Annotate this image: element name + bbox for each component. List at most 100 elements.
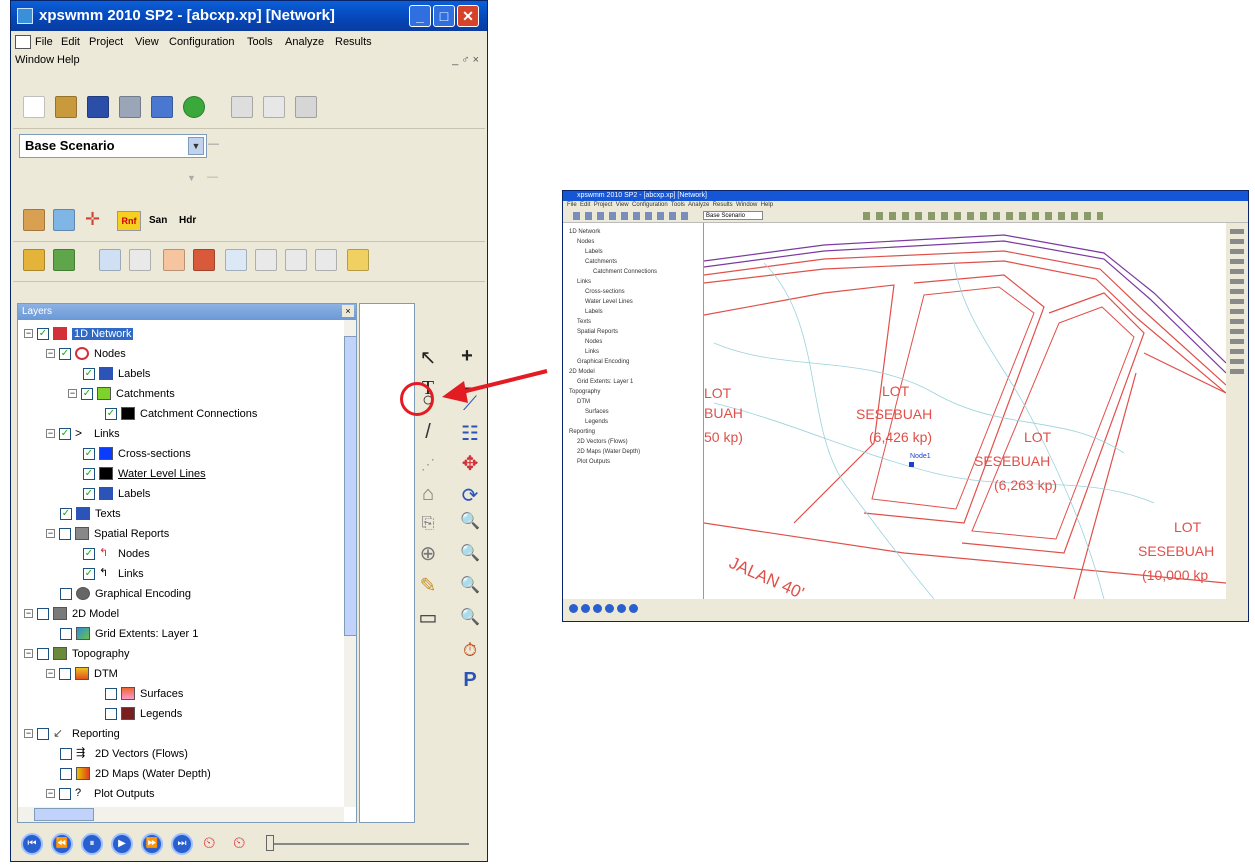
layer-row-2d-maps[interactable]: 2D Maps (Water Depth) xyxy=(60,764,211,783)
layer-checkbox[interactable] xyxy=(60,767,72,780)
graph-icon[interactable] xyxy=(225,249,247,271)
crosshair-icon[interactable]: ✛ xyxy=(85,209,100,230)
secondary-select[interactable]: ▼ — xyxy=(187,169,227,193)
layer-row-reporting[interactable]: − ↙ Reporting xyxy=(24,724,120,743)
layer-row-grid-extents[interactable]: Grid Extents: Layer 1 xyxy=(60,624,198,643)
node-label[interactable]: Node1 xyxy=(910,453,931,460)
collapse-icon[interactable]: − xyxy=(46,669,55,678)
collapse-icon[interactable]: − xyxy=(24,329,33,338)
map-menu-window[interactable]: Window xyxy=(736,202,757,208)
p-tool-icon[interactable]: P xyxy=(457,667,483,693)
collapse-icon[interactable]: − xyxy=(24,609,33,618)
layer-checkbox[interactable]: ✓ xyxy=(60,507,72,520)
link-tool-icon[interactable]: ⟋ xyxy=(457,391,483,417)
map-menu-results[interactable]: Results xyxy=(713,202,733,208)
minimize-button[interactable]: _ xyxy=(409,5,431,27)
folder-green-icon[interactable] xyxy=(53,249,75,271)
map-toolbar-icons[interactable] xyxy=(573,212,693,220)
map-toolbar-icons-2[interactable] xyxy=(863,212,1103,220)
menu-analyze[interactable]: Analyze xyxy=(285,36,324,48)
layer-checkbox[interactable] xyxy=(59,787,71,800)
save-icon[interactable] xyxy=(87,96,109,118)
layer-row-surfaces[interactable]: Surfaces xyxy=(105,684,183,703)
layer-row-2d-model[interactable]: − 2D Model xyxy=(24,604,119,623)
edit-table-icon[interactable] xyxy=(129,249,151,271)
pencil-tool-icon[interactable]: ✎ xyxy=(415,573,441,599)
layer-checkbox[interactable]: ✓ xyxy=(81,387,93,400)
hydraulics-button[interactable]: Hdr xyxy=(179,215,196,226)
mdi-controls[interactable]: _ ♂ × xyxy=(452,54,479,66)
cut-icon[interactable] xyxy=(231,96,253,118)
map-nav-play-icon[interactable] xyxy=(605,604,614,613)
maximize-button[interactable]: □ xyxy=(433,5,455,27)
menu-edit[interactable]: Edit xyxy=(61,36,80,48)
layer-row-spatial-links[interactable]: ✓ ↰ Links xyxy=(83,564,144,583)
map-menu-tools[interactable]: Tools xyxy=(671,202,685,208)
move-tool-icon[interactable]: ✥ xyxy=(457,451,483,477)
layer-checkbox[interactable] xyxy=(60,627,72,640)
polygon-tool-icon[interactable]: ⌂ xyxy=(415,481,441,507)
help-icon[interactable] xyxy=(183,96,205,118)
table-icon[interactable] xyxy=(99,249,121,271)
paste-icon[interactable] xyxy=(295,96,317,118)
nav-pause-icon[interactable]: ⏸ xyxy=(81,833,103,855)
chevron-down-icon[interactable]: ▼ xyxy=(188,137,204,155)
map-nav-last-icon[interactable] xyxy=(629,604,638,613)
nav-first-icon[interactable]: ⏮ xyxy=(21,833,43,855)
timer-icon[interactable]: ⏲ xyxy=(203,835,215,853)
nav-rewind-icon[interactable]: ⏪ xyxy=(51,833,73,855)
close-icon[interactable]: × xyxy=(342,305,354,317)
menu-window[interactable]: Window xyxy=(15,54,54,66)
menu-configuration[interactable]: Configuration xyxy=(169,36,234,48)
zoom-icon[interactable]: 🔍 xyxy=(457,541,483,567)
layer-checkbox[interactable] xyxy=(37,647,49,660)
layer-row-node-labels[interactable]: ✓ Labels xyxy=(83,364,150,383)
map-menu-file[interactable]: File xyxy=(567,202,577,208)
layer-row-catchment-connections[interactable]: ✓ Catchment Connections xyxy=(105,404,257,423)
scatter-icon[interactable] xyxy=(285,249,307,271)
copy-icon[interactable] xyxy=(263,96,285,118)
map-menu-analyze[interactable]: Analyze xyxy=(688,202,709,208)
layer-checkbox[interactable] xyxy=(59,527,71,540)
map-canvas[interactable]: LOT BUAH 50 kp) LOT SESEBUAH (6,426 kp) … xyxy=(704,223,1226,599)
collapse-icon[interactable]: − xyxy=(46,529,55,538)
layer-checkbox[interactable] xyxy=(105,687,117,700)
layer-checkbox[interactable]: ✓ xyxy=(83,447,95,460)
bars-icon[interactable] xyxy=(255,249,277,271)
map-menu-edit[interactable]: Edit xyxy=(580,202,590,208)
layer-row-2d-vectors[interactable]: ⇶ 2D Vectors (Flows) xyxy=(60,744,188,763)
nav-forward-icon[interactable]: ⏩ xyxy=(141,833,163,855)
copy-tool-icon[interactable]: ⎘ xyxy=(415,511,441,537)
layer-row-water-level-lines[interactable]: ✓ Water Level Lines xyxy=(83,464,206,483)
results-icon[interactable] xyxy=(193,249,215,271)
polyline-tool-icon[interactable]: ⋰ xyxy=(415,451,441,477)
collapse-icon[interactable]: − xyxy=(24,649,33,658)
open-folder-icon[interactable] xyxy=(55,96,77,118)
layer-row-network[interactable]: − ✓ 1D Network xyxy=(24,324,134,343)
layer-row-link-labels[interactable]: ✓ Labels xyxy=(83,484,150,503)
layers-vertical-scrollbar[interactable] xyxy=(344,320,356,807)
chevron-down-icon[interactable]: ▼ xyxy=(187,173,196,183)
timeline-slider[interactable] xyxy=(269,843,469,845)
layer-row-dtm[interactable]: − DTM xyxy=(46,664,118,683)
collapse-icon[interactable]: − xyxy=(24,729,33,738)
map-nav-first-icon[interactable] xyxy=(569,604,578,613)
menu-results[interactable]: Results xyxy=(335,36,372,48)
layer-checkbox[interactable] xyxy=(37,607,49,620)
layer-row-plot-outputs[interactable]: −? Plot Outputs xyxy=(46,784,155,803)
rectangle-tool-icon[interactable]: ▭ xyxy=(415,605,441,631)
stopwatch-icon[interactable]: ⏱ xyxy=(457,637,483,663)
line-tool-icon[interactable]: / xyxy=(415,419,441,445)
layer-checkbox[interactable]: ✓ xyxy=(83,547,95,560)
layer-checkbox[interactable]: ✓ xyxy=(83,487,95,500)
hand-tool-icon[interactable]: ☷ xyxy=(457,421,483,447)
runoff-button[interactable]: Rnf xyxy=(117,211,141,231)
scenario-extra-button[interactable]: — xyxy=(208,138,219,150)
collapse-icon[interactable]: − xyxy=(46,429,55,438)
scroll-thumb[interactable] xyxy=(344,336,356,636)
layer-row-spatial-reports[interactable]: − Spatial Reports xyxy=(46,524,169,543)
target-tool-icon[interactable]: ⊕ xyxy=(415,541,441,567)
open-model-icon[interactable] xyxy=(23,249,45,271)
new-file-icon[interactable] xyxy=(23,96,45,118)
menu-file[interactable]: File xyxy=(35,36,53,48)
